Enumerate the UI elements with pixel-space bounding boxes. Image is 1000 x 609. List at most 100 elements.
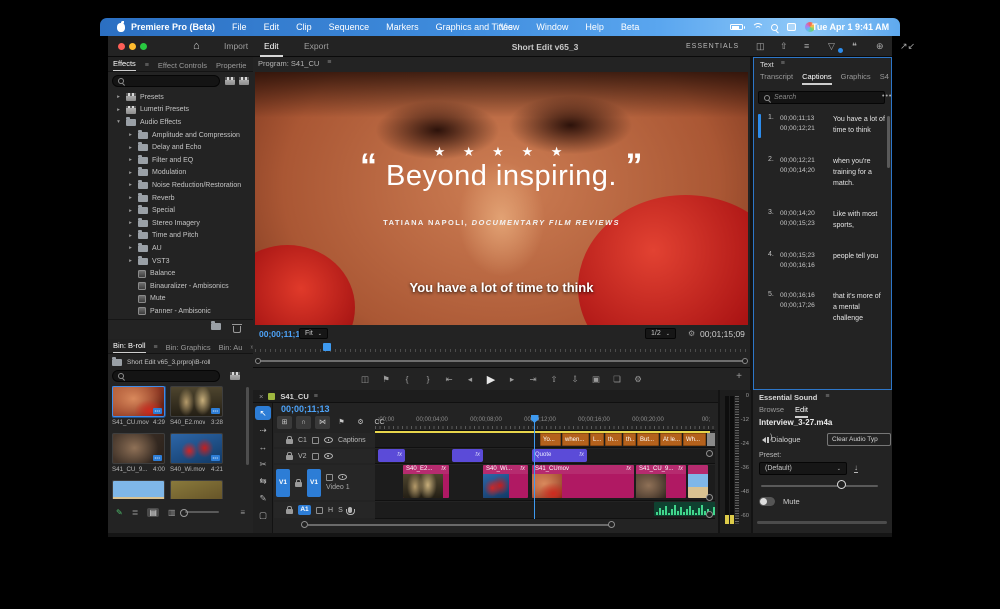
menu-item[interactable]: Beta	[621, 22, 640, 32]
chevron-icon[interactable]: ▸	[127, 157, 134, 163]
bin-clip[interactable]: •••S40_E2.mov3:28	[170, 386, 223, 426]
effects-tree-item[interactable]: ▸Stereo Imagery	[115, 217, 248, 230]
wifi-icon[interactable]	[752, 23, 762, 31]
lock-icon[interactable]	[286, 439, 293, 444]
menu-item[interactable]: Edit	[264, 22, 280, 32]
caption-row[interactable]: 5.00;00;16;1600;00;17;26that it's more o…	[758, 291, 886, 324]
hand-tool[interactable]: ▢	[255, 508, 271, 522]
video-clip[interactable]: S40_Wi...fx	[483, 465, 528, 498]
effects-tree-item[interactable]: Panner - Ambisonic	[115, 305, 248, 317]
intensity-slider-knob[interactable]	[837, 480, 846, 489]
monitor-settings-icon[interactable]: ⚙	[688, 329, 695, 338]
track-enable-v1[interactable]: V1	[307, 469, 321, 497]
lift-icon[interactable]: ⇧	[548, 374, 560, 385]
chevron-icon[interactable]: ▸	[115, 107, 122, 113]
razor-tool[interactable]: ✂	[255, 457, 271, 471]
source-patch-v1[interactable]: V1	[276, 469, 290, 497]
clip-thumbnail[interactable]: •••	[170, 386, 223, 417]
caption-text[interactable]: that it's more of a mental challenge	[833, 291, 885, 324]
track-target-icon[interactable]	[312, 437, 319, 444]
effects-tree-item[interactable]: Binauralizer - Ambisonics	[115, 280, 248, 293]
panel-menu-icon[interactable]: ≡	[314, 393, 318, 400]
graphic-clip[interactable]: fx	[452, 449, 483, 462]
tab-edit[interactable]: Edit	[795, 405, 808, 418]
track-header-a1[interactable]: A1 H S	[274, 502, 375, 518]
new-bin-icon[interactable]	[211, 323, 221, 330]
magnify-icon[interactable]: ⊕	[876, 39, 890, 53]
fit-dropdown[interactable]: Fit⌄	[299, 328, 328, 339]
multi-camera-icon[interactable]: ❏	[611, 374, 623, 385]
chevron-icon[interactable]: ▸	[127, 208, 134, 214]
clip-thumbnail[interactable]: •••	[170, 480, 223, 499]
effects-tree-item[interactable]: ▾Audio Effects	[115, 116, 248, 129]
go-to-in-icon[interactable]: ⇤	[443, 374, 455, 385]
caption-clip[interactable]: L...	[590, 433, 604, 446]
linked-selection-icon[interactable]: ⋈	[315, 416, 330, 429]
track-enable-a1[interactable]: A1	[298, 505, 311, 515]
preset-dropdown[interactable]: (Default)⌄	[759, 462, 847, 475]
feedback-icon[interactable]: ❝	[852, 39, 866, 53]
new-preset-bin-icon[interactable]	[225, 77, 235, 85]
effects-tree-item[interactable]: ▸Special	[115, 204, 248, 217]
tab-transcript[interactable]: Transcript	[760, 72, 793, 85]
intensity-slider-track[interactable]	[761, 485, 878, 487]
captions-menu-dots[interactable]: •••	[882, 93, 892, 100]
pen-tool[interactable]: ✎	[255, 491, 271, 505]
menu-item[interactable]: View	[500, 22, 519, 32]
lock-icon[interactable]	[286, 455, 293, 460]
caption-text[interactable]: people tell you	[833, 251, 885, 271]
effects-tree-item[interactable]: ▸VST3	[115, 255, 248, 268]
effects-tree-item[interactable]: ▸Delay and Echo	[115, 141, 248, 154]
chevron-icon[interactable]: ▸	[127, 233, 134, 239]
tab-propertie[interactable]: Propertie	[216, 61, 246, 70]
workspace-label[interactable]: ESSENTIALS	[686, 43, 739, 50]
caption-clip[interactable]: At le...	[660, 433, 682, 446]
mode-tab-import[interactable]: Import	[220, 36, 252, 57]
caption-text[interactable]: when you're training for a match.	[833, 156, 885, 189]
chevron-icon[interactable]: ▸	[127, 132, 134, 138]
caption-row[interactable]: 3.00;00;14;2000;00;15;23Like with most s…	[758, 209, 886, 231]
bin-scrollbar[interactable]	[246, 387, 249, 465]
clear-audio-type-button[interactable]: Clear Audio Typ	[827, 433, 891, 446]
program-playhead[interactable]	[323, 343, 331, 351]
chevron-icon[interactable]: ▾	[115, 119, 122, 125]
quick-export-icon[interactable]: ⇧	[780, 39, 794, 53]
video-clip[interactable]: S41_CU_9...fx	[636, 465, 686, 498]
caption-text[interactable]: Like with most sports,	[833, 209, 885, 231]
mark-out-icon[interactable]: }	[422, 374, 434, 384]
go-to-out-icon[interactable]: ⇥	[527, 374, 539, 385]
timeline-playhead[interactable]	[534, 415, 535, 519]
effects-tree-item[interactable]: ▸Modulation	[115, 167, 248, 180]
mute-toggle[interactable]	[759, 497, 775, 506]
program-video-frame[interactable]: ★ ★ ★ ★ ★ “ Beyond inspiring. ” TATIANA …	[255, 72, 748, 325]
chevron-icon[interactable]: ▸	[127, 245, 134, 251]
panel-menu-icon[interactable]: ≡	[154, 344, 158, 351]
chevron-icon[interactable]: ▸	[127, 145, 134, 151]
track-header-c1[interactable]: C1 Captions	[274, 433, 375, 447]
dialogue-type-row[interactable]: Dialogue	[759, 435, 801, 444]
menu-item[interactable]: Sequence	[329, 22, 370, 32]
thumbnail-view-icon[interactable]: ▤	[147, 508, 159, 517]
home-icon[interactable]: ⌂	[193, 40, 200, 52]
track-header-v2[interactable]: V2	[274, 449, 375, 463]
slip-tool[interactable]: ⇆	[255, 474, 271, 488]
graphic-clip[interactable]: Quotefx	[532, 449, 587, 462]
effects-tree-item[interactable]: Balance	[115, 267, 248, 280]
ripple-edit-tool[interactable]: ↔	[255, 440, 271, 454]
caption-clip[interactable]: th...	[605, 433, 622, 446]
mode-tab-export[interactable]: Export	[300, 36, 333, 57]
clip-thumbnail[interactable]: •••	[112, 433, 165, 464]
chevron-icon[interactable]: ▸	[127, 170, 134, 176]
bin-clip[interactable]: •••S40_Wi.mov4:21	[170, 433, 223, 473]
effects-tree-item[interactable]: ▸Filter and EQ	[115, 154, 248, 167]
selection-tool[interactable]: ↖	[255, 406, 271, 420]
chevron-icon[interactable]: ▸	[127, 258, 134, 264]
zoom-slider[interactable]	[185, 511, 219, 513]
menu-item[interactable]: File	[232, 22, 247, 32]
fullscreen-icon[interactable]: ↗↙	[900, 39, 914, 53]
video-clip[interactable]	[688, 465, 708, 498]
chevron-icon[interactable]: ▸	[127, 182, 134, 188]
tab-s4[interactable]: S4	[880, 72, 889, 85]
folder-up-icon[interactable]	[112, 359, 122, 366]
track-target-icon[interactable]	[316, 507, 323, 514]
